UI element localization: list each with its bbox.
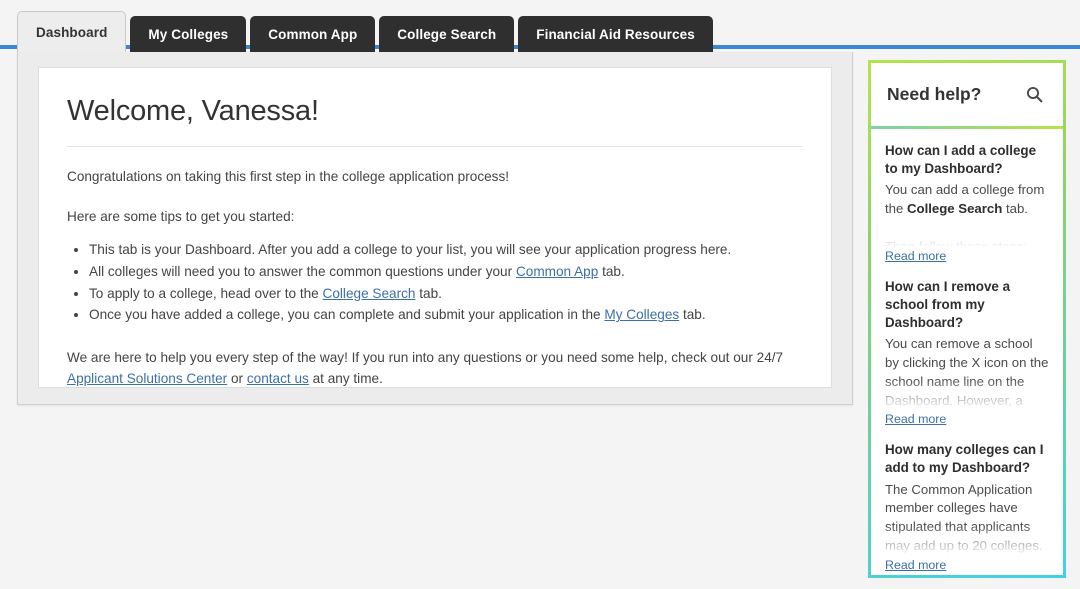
link-college-search[interactable]: College Search	[323, 286, 416, 301]
faq-answer: The Common Application member colleges h…	[885, 481, 1049, 556]
tab-financial-aid-resources[interactable]: Financial Aid Resources	[518, 16, 713, 52]
faq-answer-truncated: may add up to 20 colleges.	[885, 537, 1043, 553]
page-root: Dashboard My Colleges Common App College…	[0, 0, 1080, 589]
faq-answer-text: You can remove a school by clicking the …	[885, 336, 1049, 389]
faq-answer: You can remove a school by clicking the …	[885, 335, 1049, 410]
closing-text-part3: at any time.	[308, 371, 383, 387]
tip-text: Once you have added a college, you can c…	[89, 307, 605, 323]
closing-text-part2: or	[227, 371, 247, 387]
faq-answer-text-end: tab.	[1002, 201, 1028, 217]
tip-text: To apply to a college, head over to the	[89, 285, 323, 301]
tab-common-app[interactable]: Common App	[250, 16, 376, 52]
help-sidebar: Need help? How can I add a college to my…	[868, 60, 1066, 578]
intro-text: Congratulations on taking this first ste…	[67, 169, 510, 184]
faq-answer-truncated: Dashboard. However, a	[885, 392, 1023, 408]
list-item: To apply to a college, head over to the …	[89, 284, 803, 305]
tab-dashboard[interactable]: Dashboard	[17, 11, 127, 52]
link-applicant-solutions-center[interactable]: Applicant Solutions Center	[67, 371, 227, 386]
tip-text-after: tab.	[598, 264, 625, 280]
read-more-link[interactable]: Read more	[885, 558, 946, 572]
help-header: Need help?	[871, 63, 1063, 129]
tip-text-after: tab.	[415, 285, 442, 301]
faq-list: How can I add a college to my Dashboard?…	[871, 129, 1063, 575]
faq-question[interactable]: How can I add a college to my Dashboard?	[885, 142, 1049, 177]
closing-text-part1: We are here to help you every step of th…	[67, 350, 784, 366]
tip-text: All colleges will need you to answer the…	[89, 264, 516, 280]
help-sidebar-inner: Need help? How can I add a college to my…	[871, 63, 1063, 575]
list-item: All colleges will need you to answer the…	[89, 262, 803, 283]
faq-item: How can I add a college to my Dashboard?…	[871, 129, 1063, 265]
closing-paragraph: We are here to help you every step of th…	[39, 327, 831, 389]
faq-answer-text: The Common Application member colleges h…	[885, 481, 1033, 535]
faq-item: How many colleges can I add to my Dashbo…	[871, 428, 1063, 573]
tip-text-after: tab.	[679, 307, 706, 323]
faq-question[interactable]: How can I remove a school from my Dashbo…	[885, 278, 1049, 331]
tip-text: This tab is your Dashboard. After you ad…	[89, 242, 732, 258]
read-more-link[interactable]: Read more	[885, 249, 946, 263]
faq-question[interactable]: How many colleges can I add to my Dashbo…	[885, 441, 1049, 476]
tab-college-search[interactable]: College Search	[379, 16, 515, 52]
tips-list: This tab is your Dashboard. After you ad…	[39, 240, 831, 326]
tab-strip: Dashboard My Colleges Common App College…	[0, 0, 1080, 52]
faq-answer-truncated: Then follow these steps:	[885, 238, 1028, 248]
list-item: This tab is your Dashboard. After you ad…	[89, 240, 803, 261]
tips-lead-text: Here are some tips to get you started:	[67, 208, 295, 224]
link-contact-us[interactable]: contact us	[247, 371, 309, 386]
link-my-colleges[interactable]: My Colleges	[604, 307, 679, 322]
read-more-link[interactable]: Read more	[885, 412, 946, 426]
tab-list: Dashboard My Colleges Common App College…	[17, 11, 713, 52]
faq-item: How can I remove a school from my Dashbo…	[871, 265, 1063, 428]
tab-my-colleges[interactable]: My Colleges	[130, 16, 247, 52]
link-common-app[interactable]: Common App	[516, 264, 598, 279]
help-panel-title: Need help?	[887, 84, 982, 104]
faq-answer: You can add a college from the College S…	[885, 181, 1049, 247]
page-title: Welcome, Vanessa!	[67, 95, 319, 127]
welcome-card: Welcome, Vanessa! Congratulations on tak…	[38, 67, 832, 388]
faq-answer-emphasis: College Search	[907, 201, 1003, 217]
list-item: Once you have added a college, you can c…	[89, 305, 803, 326]
content-panel: Welcome, Vanessa! Congratulations on tak…	[17, 52, 853, 405]
search-icon[interactable]	[1021, 82, 1047, 108]
